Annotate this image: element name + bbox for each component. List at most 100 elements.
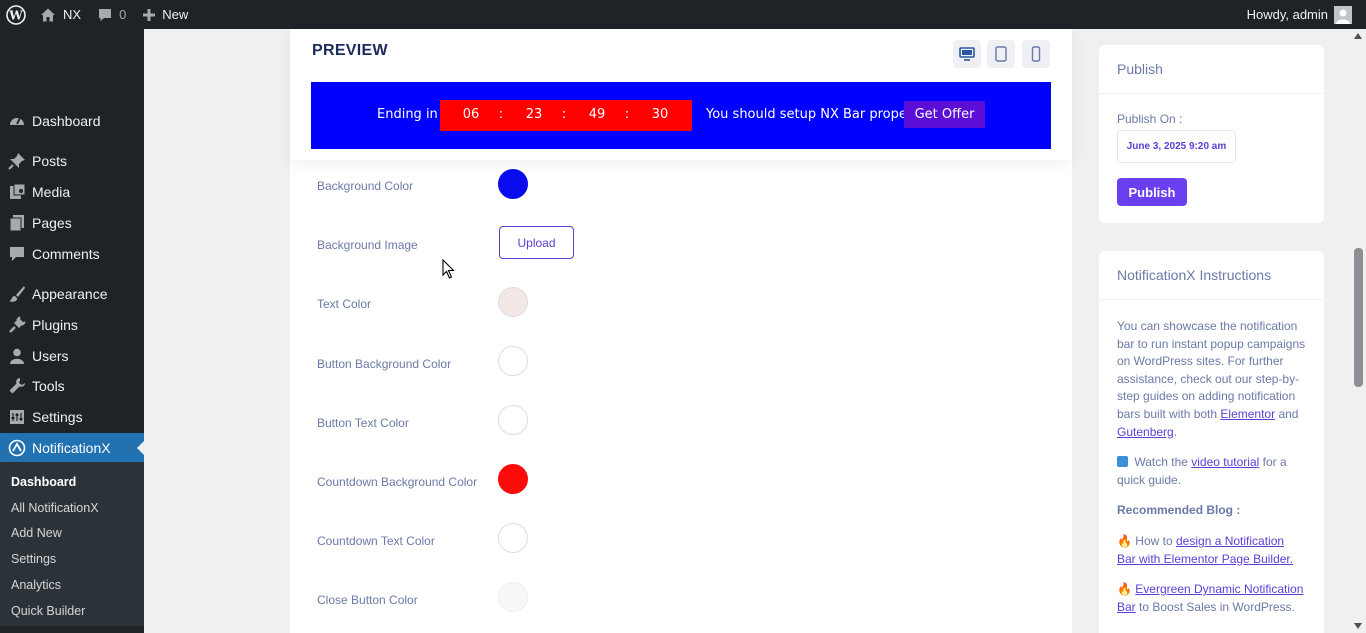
tablet-view-button[interactable] <box>987 40 1015 68</box>
comments-link[interactable]: 0 <box>89 0 134 29</box>
watch-prefix-text: Watch the <box>1134 455 1188 470</box>
scroll-down-arrow-icon[interactable] <box>1354 623 1362 629</box>
publish-card-title: Publish <box>1099 45 1324 94</box>
blog1-prefix-text: How to <box>1135 533 1173 548</box>
new-label: New <box>162 7 189 22</box>
background-color-swatch[interactable] <box>498 169 528 199</box>
button-background-color-swatch[interactable] <box>498 346 528 376</box>
sidebar-item-label: Tools <box>32 378 65 394</box>
period-text: . <box>1173 424 1178 439</box>
video-tutorial-link[interactable]: video tutorial <box>1191 455 1259 469</box>
intro-text: You can showcase the notification bar to… <box>1117 319 1306 421</box>
blog2-suffix-text: to Boost Sales in WordPress. <box>1139 599 1295 614</box>
publish-date-field[interactable]: June 3, 2025 9:20 am <box>1117 130 1236 163</box>
submenu-item-add-new[interactable]: Add New <box>0 521 144 547</box>
wordpress-logo-icon[interactable]: W <box>0 0 32 29</box>
sidebar-item-label: Plugins <box>32 317 78 333</box>
desktop-view-button[interactable] <box>953 40 981 68</box>
countdown-hours: 23 <box>525 107 543 122</box>
plus-icon <box>143 8 156 21</box>
text-color-swatch[interactable] <box>498 287 528 317</box>
instructions-card: NotificationX Instructions You can showc… <box>1099 251 1324 633</box>
tablet-icon <box>995 46 1007 62</box>
users-icon <box>7 346 27 366</box>
publish-card: Publish Publish On : June 3, 2025 9:20 a… <box>1099 45 1324 223</box>
media-icon <box>7 182 27 202</box>
sidebar-item-appearance[interactable]: Appearance <box>0 279 144 309</box>
countdown-seconds: 30 <box>651 107 669 122</box>
countdown-background-color-swatch[interactable] <box>498 464 528 494</box>
fire-icon: 🔥 <box>1117 533 1132 548</box>
sidebar-item-settings[interactable]: Settings <box>0 402 144 432</box>
video-tutorial-line: Watch the video tutorial for a quick gui… <box>1117 454 1306 489</box>
page-scrollbar[interactable] <box>1351 29 1366 633</box>
scrollbar-thumb[interactable] <box>1354 248 1363 387</box>
blog-item-2: 🔥 Evergreen Dynamic Notification Bar to … <box>1117 581 1306 616</box>
mobile-view-button[interactable] <box>1022 40 1050 68</box>
background-image-label: Background Image <box>317 238 418 252</box>
sidebar-item-label: Appearance <box>32 286 108 302</box>
sidebar-item-label: Settings <box>32 409 83 425</box>
submenu-item-dashboard[interactable]: Dashboard <box>0 469 144 495</box>
sidebar-item-users[interactable]: Users <box>0 341 144 371</box>
countdown-text-color-swatch[interactable] <box>498 523 528 553</box>
plug-icon <box>7 315 27 335</box>
notificationx-submenu: Dashboard All NotificationX Add New Sett… <box>0 462 144 626</box>
background-color-label: Background Color <box>317 179 414 193</box>
countdown-separator: : <box>561 107 567 122</box>
submenu-item-analytics[interactable]: Analytics <box>0 572 144 598</box>
sidebar-item-label: Pages <box>32 215 72 231</box>
get-offer-button[interactable]: Get Offer <box>904 101 985 128</box>
sidebar-item-plugins[interactable]: Plugins <box>0 310 144 340</box>
site-name: NX <box>63 7 82 22</box>
gutenberg-link[interactable]: Gutenberg <box>1117 425 1174 439</box>
sidebar-item-posts[interactable]: Posts <box>0 146 144 176</box>
elementor-link[interactable]: Elementor <box>1220 407 1275 421</box>
countdown-separator: : <box>498 107 504 122</box>
close-button-color-swatch[interactable] <box>498 582 528 612</box>
site-name-link[interactable]: NX <box>32 0 89 29</box>
sidebar-item-notificationx[interactable]: NotificationX <box>0 433 144 463</box>
svg-text:W: W <box>8 8 23 22</box>
avatar <box>1334 5 1352 24</box>
sidebar-item-media[interactable]: Media <box>0 177 144 207</box>
submenu-item-all-notificationx[interactable]: All NotificationX <box>0 495 144 521</box>
instructions-card-title: NotificationX Instructions <box>1099 251 1324 300</box>
text-color-label: Text Color <box>317 297 372 311</box>
instructions-intro: You can showcase the notification bar to… <box>1117 318 1306 441</box>
notification-bar-preview: Ending in 06 : 23 : 49 : 30 You should s… <box>311 82 1051 149</box>
sidebar-item-tools[interactable]: Tools <box>0 371 144 401</box>
submenu-item-quick-builder[interactable]: Quick Builder <box>0 598 144 624</box>
new-content-link[interactable]: New <box>134 0 196 29</box>
recommended-blog-heading: Recommended Blog : <box>1117 503 1241 518</box>
sidebar-item-label: Users <box>32 348 69 364</box>
sidebar-item-comments[interactable]: Comments <box>0 239 144 269</box>
countdown-background-color-label: Countdown Background Color <box>317 475 478 489</box>
fire-icon: 🔥 <box>1117 582 1132 597</box>
close-button-color-label: Close Button Color <box>317 593 418 607</box>
comment-bubble-icon <box>99 8 112 21</box>
upload-button[interactable]: Upload <box>499 226 574 259</box>
mouse-cursor-icon <box>442 259 455 279</box>
admin-bar: W NX 0 New Howdy, admin <box>0 0 1366 29</box>
countdown-text-color-label: Countdown Text Color <box>317 534 435 548</box>
comments-count: 0 <box>119 7 127 22</box>
my-account[interactable]: Howdy, admin <box>1247 5 1366 24</box>
pages-icon <box>7 213 27 233</box>
ending-in-label: Ending in <box>377 107 438 122</box>
countdown-days: 06 <box>462 107 480 122</box>
desktop-icon <box>959 47 975 61</box>
sidebar-item-dashboard[interactable]: Dashboard <box>0 106 144 136</box>
button-text-color-swatch[interactable] <box>498 405 528 435</box>
notificationx-icon <box>7 438 27 458</box>
sidebar-item-label: Media <box>32 184 71 200</box>
blog-item-1: 🔥 How to design a Notification Bar with … <box>1117 533 1306 568</box>
settings-icon <box>7 407 27 427</box>
publish-on-label: Publish On : <box>1117 112 1183 126</box>
submenu-item-settings[interactable]: Settings <box>0 546 144 572</box>
publish-button[interactable]: Publish <box>1117 178 1187 206</box>
sidebar-item-pages[interactable]: Pages <box>0 208 144 238</box>
video-icon <box>1117 456 1128 468</box>
comment-icon <box>7 244 27 264</box>
scroll-up-arrow-icon[interactable] <box>1354 33 1362 39</box>
